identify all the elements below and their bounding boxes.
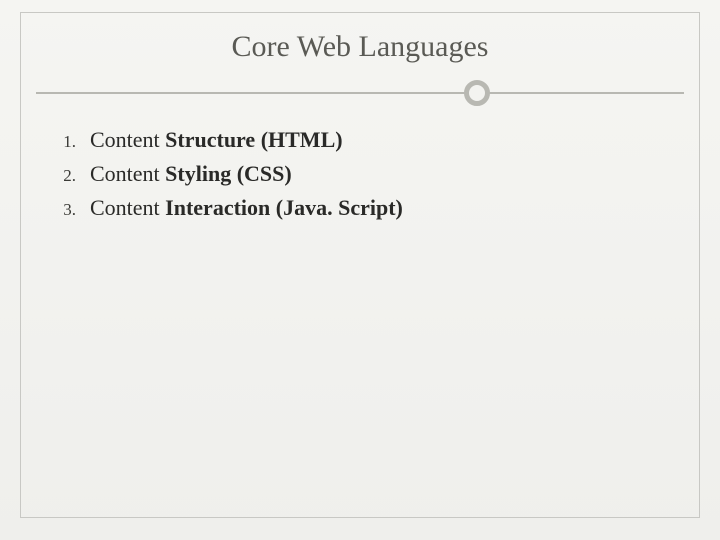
ordered-list: Content Structure (HTML) Content Styling… <box>46 124 674 224</box>
slide-title: Core Web Languages <box>28 30 692 64</box>
list-item-text: Content Interaction (Java. Script) <box>90 192 403 224</box>
list-item: Content Structure (HTML) <box>46 124 674 156</box>
list-item: Content Styling (CSS) <box>46 158 674 190</box>
list-item-text: Content Structure (HTML) <box>90 124 343 156</box>
divider-circle-icon <box>464 80 490 106</box>
slide: Core Web Languages Content Structure (HT… <box>0 0 720 540</box>
title-divider <box>36 80 684 106</box>
list-item-text: Content Styling (CSS) <box>90 158 292 190</box>
content-area: Content Structure (HTML) Content Styling… <box>28 124 692 224</box>
list-item: Content Interaction (Java. Script) <box>46 192 674 224</box>
divider-line <box>36 92 684 94</box>
